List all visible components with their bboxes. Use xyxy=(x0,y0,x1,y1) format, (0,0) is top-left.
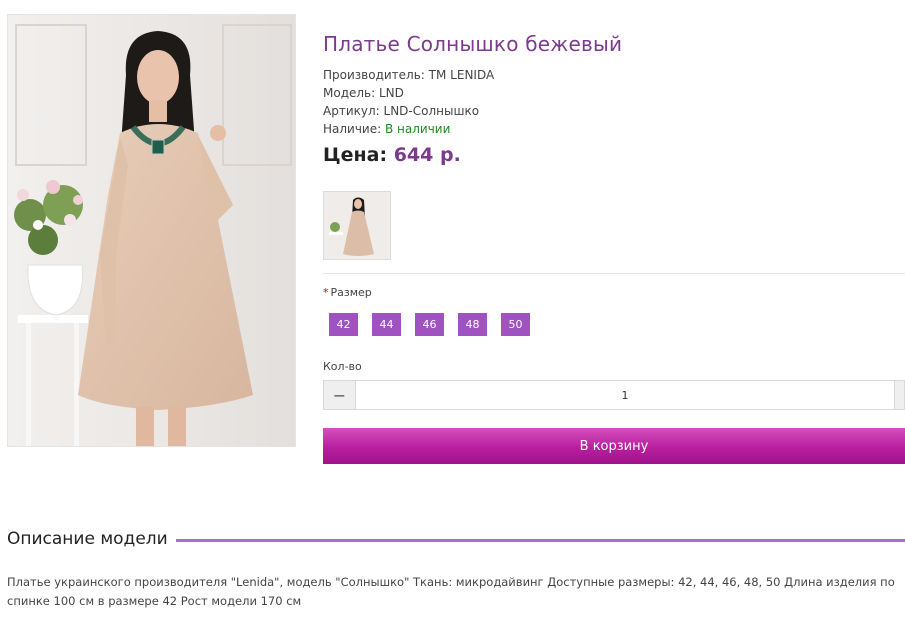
sku-row: Артикул: LND-Солнышко xyxy=(323,102,905,120)
manufacturer-value: TM LENIDA xyxy=(428,68,495,82)
availability-status: В наличии xyxy=(385,122,451,136)
quantity-label: Кол-во xyxy=(323,360,362,373)
size-label-text: Размер xyxy=(330,286,372,299)
quantity-increase-button[interactable] xyxy=(894,381,904,409)
model-label: Модель: xyxy=(323,86,376,100)
product-thumbnail[interactable] xyxy=(323,191,391,260)
size-option-50[interactable]: 50 xyxy=(501,313,530,336)
price-block: Цена: 644 р. xyxy=(323,144,905,166)
product-title: Платье Солнышко бежевый xyxy=(323,32,623,56)
description-text: Платье украинского производителя "Lenida… xyxy=(7,575,895,608)
manufacturer-label: Производитель: xyxy=(323,68,425,82)
model-value: LND xyxy=(379,86,404,100)
model-row: Модель: LND xyxy=(323,84,905,102)
size-label: * Размер xyxy=(323,286,372,299)
section-divider xyxy=(323,273,905,274)
price-label: Цена: xyxy=(323,144,388,166)
size-option-44[interactable]: 44 xyxy=(372,313,401,336)
heading-rule xyxy=(175,538,905,542)
add-to-cart-button[interactable]: В корзину xyxy=(323,428,905,464)
size-option-46[interactable]: 46 xyxy=(415,313,444,336)
sku-value: LND-Солнышко xyxy=(383,104,480,118)
availability-label: Наличие: xyxy=(323,122,382,136)
description-header: Описание модели xyxy=(7,527,905,551)
required-marker: * xyxy=(323,286,329,299)
price-value: 644 р. xyxy=(393,144,461,166)
size-option-48[interactable]: 48 xyxy=(458,313,487,336)
sku-label: Артикул: xyxy=(323,104,380,118)
availability-row: Наличие: В наличии xyxy=(323,120,905,138)
size-option-42[interactable]: 42 xyxy=(329,313,358,336)
product-meta: Производитель: TM LENIDA Модель: LND Арт… xyxy=(323,66,905,138)
quantity-decrease-button[interactable]: − xyxy=(324,381,356,409)
description-heading: Описание модели xyxy=(7,529,168,549)
quantity-stepper: − xyxy=(323,380,905,410)
product-info: Платье Солнышко бежевый Производитель: T… xyxy=(323,32,905,166)
product-main-image[interactable] xyxy=(7,14,296,447)
quantity-input[interactable] xyxy=(356,381,894,409)
manufacturer-row: Производитель: TM LENIDA xyxy=(323,66,905,84)
size-options: 42 44 46 48 50 xyxy=(329,313,530,336)
